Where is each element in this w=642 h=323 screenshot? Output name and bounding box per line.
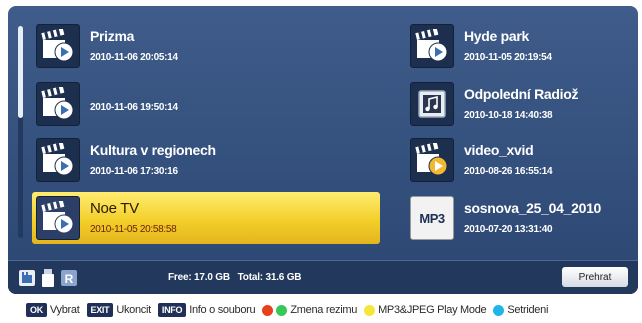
- mp3-file-icon: MP3: [410, 196, 454, 240]
- info-key: INFO: [157, 303, 187, 317]
- green-button-icon: [276, 304, 288, 316]
- exit-key: EXIT: [86, 303, 114, 317]
- ok-hint: Vybrat: [49, 304, 80, 316]
- recordings-icon[interactable]: R: [60, 269, 78, 287]
- file-browser-screen: Prizma 2010-11-06 20:05:14 2010-11-06 19…: [8, 6, 638, 294]
- file-date: 2010-11-06 17:30:16: [90, 166, 178, 177]
- total-space: Total: 31.6 GB: [237, 272, 302, 283]
- file-item-prizma[interactable]: Prizma 2010-11-06 20:05:14: [32, 20, 380, 72]
- exit-hint: Ukoncit: [116, 304, 151, 316]
- file-name: Prizma: [90, 28, 135, 44]
- file-item-odpoledni-radioz[interactable]: Odpolední Radiož 2010-10-18 14:40:38: [406, 78, 630, 130]
- file-item-hyde-park[interactable]: Hyde park 2010-11-05 20:19:54: [406, 20, 630, 72]
- memory-card-icon[interactable]: [18, 269, 36, 287]
- file-date: 2010-11-06 19:50:14: [90, 101, 178, 113]
- file-date: 2010-08-26 16:55:14: [464, 166, 553, 177]
- file-name: Hyde park: [464, 28, 529, 44]
- file-name: Kultura v regionech: [90, 142, 216, 158]
- blue-hint: Setrideni: [507, 304, 549, 316]
- usb-drive-icon[interactable]: [42, 269, 54, 287]
- scrollbar-thumb[interactable]: [18, 26, 23, 118]
- key-help-bar: OK Vybrat EXIT Ukoncit INFO Info o soubo…: [0, 301, 642, 319]
- file-item-untitled[interactable]: 2010-11-06 19:50:14: [32, 78, 380, 130]
- file-date: 2010-11-06 20:05:14: [90, 52, 178, 63]
- scrollbar[interactable]: [18, 26, 23, 238]
- ok-key: OK: [26, 303, 47, 317]
- yellow-hint: MP3&JPEG Play Mode: [378, 304, 487, 316]
- status-bar: R Free: 17.0 GB Total: 31.6 GB Prehrat: [8, 260, 638, 294]
- play-button[interactable]: Prehrat: [562, 267, 628, 287]
- svg-text:R: R: [65, 272, 74, 286]
- info-hint: Info o souboru: [189, 304, 256, 316]
- file-date: 2010-10-18 14:40:38: [464, 110, 553, 121]
- file-date: 2010-11-05 20:58:58: [90, 224, 177, 235]
- file-name: Noe TV: [90, 200, 139, 217]
- file-name: Odpolední Radiož: [464, 86, 579, 102]
- file-item-kultura[interactable]: Kultura v regionech 2010-11-06 17:30:16: [32, 134, 380, 186]
- video-file-icon: [36, 24, 80, 68]
- blue-button-icon: [493, 304, 505, 316]
- file-date: 2010-11-05 20:19:54: [464, 52, 552, 63]
- file-item-noe-tv[interactable]: Noe TV 2010-11-05 20:58:58: [32, 192, 380, 244]
- video-file-icon: [410, 24, 454, 68]
- file-item-video-xvid[interactable]: video_xvid 2010-08-26 16:55:14: [406, 134, 630, 186]
- red-button-icon: [262, 304, 274, 316]
- file-date: 2010-07-20 13:31:40: [464, 224, 553, 235]
- video-file-icon: [36, 196, 80, 240]
- storage-info: Free: 17.0 GB Total: 31.6 GB: [168, 272, 302, 283]
- yellow-button-icon: [364, 304, 376, 316]
- music-file-icon: [410, 82, 454, 126]
- file-item-sosnova[interactable]: MP3 sosnova_25_04_2010 2010-07-20 13:31:…: [406, 192, 630, 244]
- file-name: video_xvid: [464, 142, 534, 158]
- free-space: Free: 17.0 GB: [168, 272, 230, 283]
- video-file-icon: [410, 138, 454, 182]
- file-name: sosnova_25_04_2010: [464, 200, 602, 216]
- mode-hint: Zmena rezimu: [290, 304, 358, 316]
- video-file-icon: [36, 82, 80, 126]
- video-file-icon: [36, 138, 80, 182]
